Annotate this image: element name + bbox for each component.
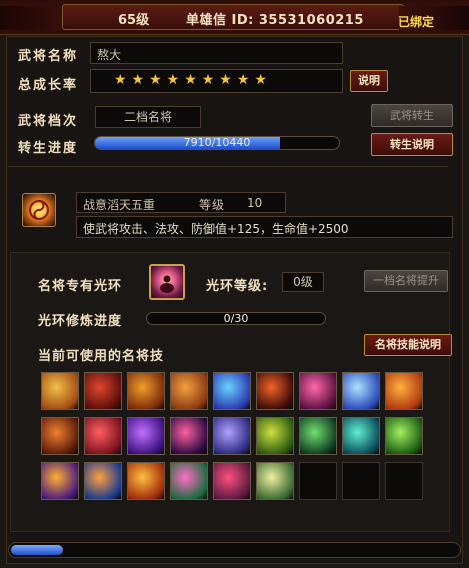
dark-flame-icon[interactable] — [170, 417, 208, 455]
aura-train-progress-bar: 0/30 — [146, 312, 326, 325]
buff-level-label: 等级 — [199, 198, 226, 212]
red-slash-icon[interactable] — [84, 372, 122, 410]
scrollbar-thumb[interactable] — [11, 545, 63, 555]
blue-warrior-icon[interactable] — [84, 462, 122, 500]
green-burst-icon[interactable] — [256, 417, 294, 455]
buff-description-field: 使武将攻击、法攻、防御值+125，生命值+2500 — [76, 216, 453, 238]
flame-bird-icon[interactable] — [385, 372, 423, 410]
magenta-gate-icon[interactable] — [170, 462, 208, 500]
light-figure-icon[interactable] — [256, 462, 294, 500]
rebirth-button[interactable]: 武将转生 — [371, 104, 453, 127]
title-bar: 65级 单雄信 ID: 35531060215 已绑定 — [0, 0, 469, 35]
rebirth-progress-text: 7910/10440 — [183, 136, 251, 149]
header-ornament-left — [0, 6, 70, 30]
rebirth-progress-label: 转生进度 — [18, 141, 79, 156]
aura-train-progress-text: 0/30 — [223, 312, 249, 325]
name-label: 武将名称 — [18, 49, 79, 64]
buff-description: 使武将攻击、法攻、防御值+125，生命值+2500 — [83, 222, 349, 236]
sword-slash-icon[interactable] — [41, 372, 79, 410]
grade-value: 二档名将 — [123, 110, 172, 124]
aura-level-label: 光环等级: — [206, 279, 269, 294]
purple-figure-icon[interactable] — [41, 462, 79, 500]
blue-wave-icon[interactable] — [213, 372, 251, 410]
fire-demon-icon[interactable] — [256, 372, 294, 410]
grade-label: 武将档次 — [18, 114, 79, 129]
hammer-strike-icon[interactable] — [170, 372, 208, 410]
warrior-green-icon[interactable] — [299, 417, 337, 455]
spiral-icon[interactable] — [213, 417, 251, 455]
green-leaf-icon[interactable] — [385, 417, 423, 455]
pink-wings-icon[interactable] — [299, 372, 337, 410]
pink-burst-icon[interactable] — [213, 462, 251, 500]
aura-exclusive-label: 名将专有光环 — [38, 279, 123, 294]
buff-level-value: 10 — [247, 196, 263, 210]
empty-skill-slot — [342, 462, 380, 500]
purple-swirl-icon[interactable] — [127, 417, 165, 455]
bound-status: 已绑定 — [398, 15, 435, 29]
grade-field: 二档名将 — [95, 106, 201, 128]
horizontal-scrollbar[interactable] — [8, 542, 461, 558]
skills-label: 当前可使用的名将技 — [38, 349, 165, 364]
empty-skill-slot — [385, 462, 423, 500]
name-value: 熬大 — [97, 48, 122, 62]
blue-shield-icon[interactable] — [342, 372, 380, 410]
teal-figure-icon[interactable] — [342, 417, 380, 455]
aura-train-label: 光环修炼进度 — [38, 314, 123, 329]
buff-name: 战意滔天五重 — [83, 198, 156, 212]
empty-skill-slot — [299, 462, 337, 500]
name-field[interactable]: 熬大 — [90, 42, 343, 64]
aura-upgrade-button[interactable]: 一档名将提升 — [364, 270, 448, 292]
hearts-icon[interactable] — [84, 417, 122, 455]
growth-stars: ★★★★★★★★★ — [114, 72, 272, 88]
aura-figure-icon — [160, 275, 174, 293]
general-level: 65级 — [118, 13, 150, 28]
dragon-icon[interactable] — [41, 417, 79, 455]
divider — [8, 166, 448, 167]
aura-icon[interactable] — [149, 264, 185, 300]
aura-level-field: 0级 — [282, 272, 324, 292]
fire-tower-icon[interactable] — [127, 462, 165, 500]
rebirth-progress-bar: 7910/10440 — [94, 136, 340, 150]
skills-explain-button[interactable]: 名将技能说明 — [364, 334, 452, 356]
yin-yang-icon — [29, 200, 49, 220]
growth-explain-button[interactable]: 说明 — [350, 70, 388, 92]
buff-icon — [22, 193, 56, 227]
buff-name-field: 战意滔天五重 等级 10 — [76, 192, 286, 213]
growth-label: 总成长率 — [18, 78, 79, 93]
general-id: 单雄信 ID: 35531060215 — [186, 13, 364, 28]
rebirth-explain-button[interactable]: 转生说明 — [371, 133, 453, 156]
aura-level-value: 0级 — [293, 275, 313, 289]
golden-swords-icon[interactable] — [127, 372, 165, 410]
